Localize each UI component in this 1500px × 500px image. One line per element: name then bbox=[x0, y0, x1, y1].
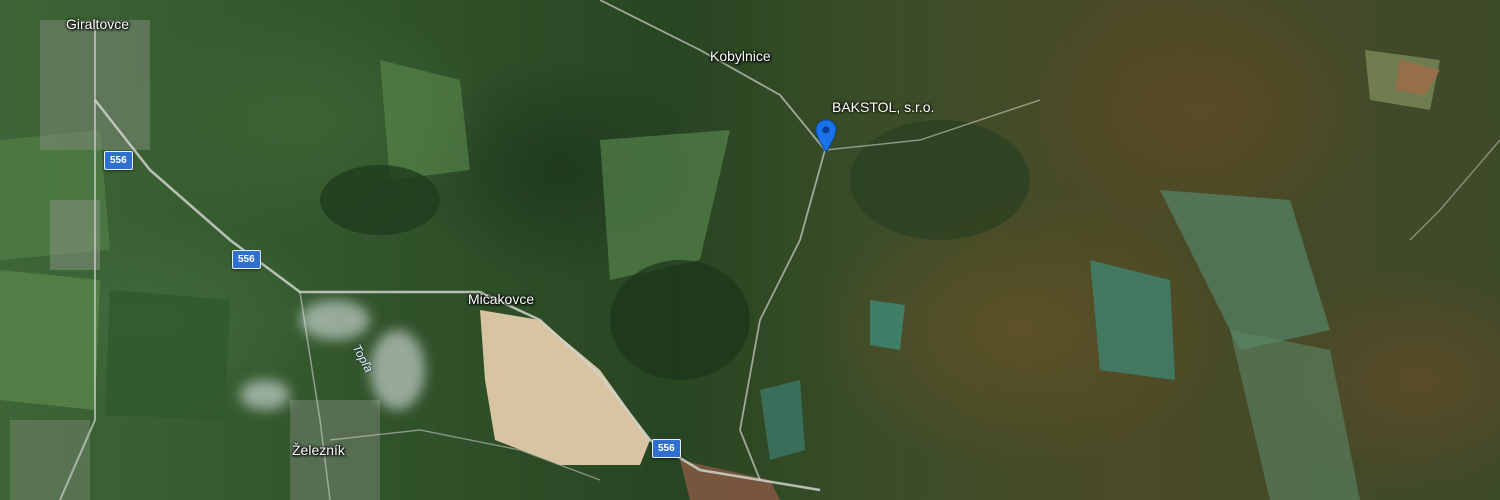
road-shield: 556 bbox=[652, 439, 681, 458]
place-label-micakovce: Mičakovce bbox=[468, 291, 535, 307]
road-shield: 556 bbox=[232, 250, 261, 269]
cloud bbox=[240, 380, 290, 410]
cloud bbox=[370, 330, 425, 410]
map-pin-icon[interactable] bbox=[815, 119, 837, 153]
road-shield: 556 bbox=[104, 151, 133, 170]
terrain-layer bbox=[0, 0, 1500, 500]
cloud bbox=[300, 300, 370, 340]
place-label-kobylnice: Kobylnice bbox=[710, 48, 771, 64]
place-label-giraltovce: Giraltovce bbox=[66, 16, 130, 32]
satellite-map[interactable]: Giraltovce Kobylnice Mičakovce Železník … bbox=[0, 0, 1500, 500]
poi-label[interactable]: BAKSTOL, s.r.o. bbox=[832, 99, 934, 115]
place-label-zeleznik: Železník bbox=[292, 442, 345, 458]
